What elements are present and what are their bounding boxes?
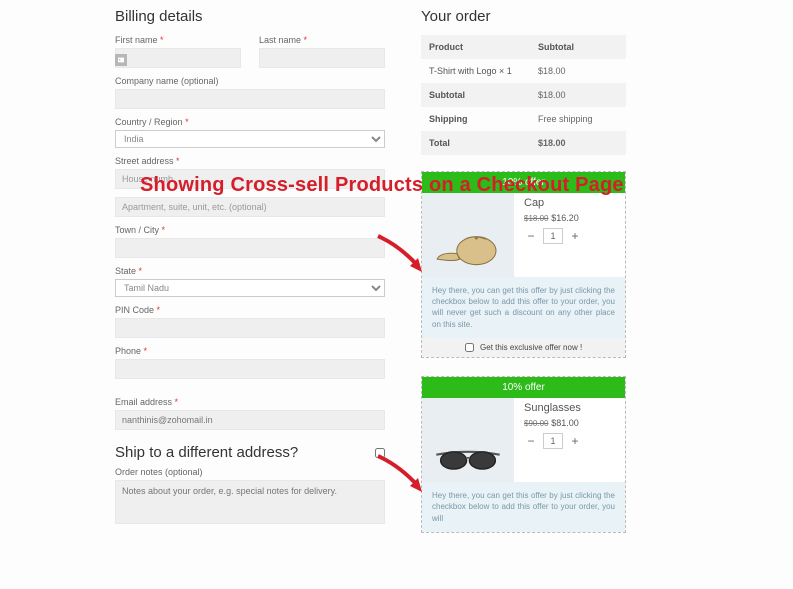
qty-value[interactable]: 1 [543, 433, 563, 449]
product-header: Product [429, 42, 538, 52]
last-name-input[interactable] [259, 48, 385, 68]
cap-icon [433, 224, 503, 269]
order-row-value: $18.00 [538, 90, 618, 100]
order-row-value: Free shipping [538, 114, 618, 124]
street-label: Street address * [115, 156, 385, 166]
contact-card-icon[interactable] [115, 54, 127, 66]
billing-column: Billing details First name * Last name *… [115, 8, 385, 551]
ship-different-checkbox[interactable] [375, 448, 385, 458]
company-input[interactable] [115, 89, 385, 109]
order-column: Your order Product Subtotal T-Shirt with… [421, 8, 626, 551]
qty-minus-button[interactable]: − [524, 229, 538, 243]
company-label: Company name (optional) [115, 76, 385, 86]
offer-name: Sunglasses [524, 402, 615, 414]
country-label: Country / Region * [115, 117, 385, 127]
order-notes-textarea[interactable] [115, 480, 385, 524]
order-row-value: $18.00 [538, 138, 618, 148]
city-input[interactable] [115, 238, 385, 258]
ship-title: Ship to a different address? [115, 444, 298, 461]
order-notes-label: Order notes (optional) [115, 467, 385, 477]
cross-sell-card: 10% offer Cap $18.00 $16.20 [421, 171, 626, 358]
annotation-headline: Showing Cross-sell Products on a Checkou… [140, 174, 624, 197]
offer-checkbox[interactable] [465, 343, 474, 352]
offer-cta-label: Get this exclusive offer now ! [480, 343, 582, 352]
pin-input[interactable] [115, 318, 385, 338]
offer-name: Cap [524, 197, 615, 209]
state-select[interactable]: Tamil Nadu [115, 279, 385, 297]
phone-label: Phone * [115, 346, 385, 356]
order-row-label: T-Shirt with Logo × 1 [429, 66, 538, 76]
state-label: State * [115, 266, 385, 276]
street2-input[interactable] [115, 197, 385, 217]
subtotal-header: Subtotal [538, 42, 618, 52]
first-name-input[interactable] [115, 48, 241, 68]
email-label: Email address * [115, 397, 385, 407]
phone-input[interactable] [115, 359, 385, 379]
qty-plus-button[interactable]: + [568, 229, 582, 243]
sunglasses-icon [432, 444, 504, 474]
offer-thumbnail [422, 193, 514, 277]
country-select[interactable]: India [115, 130, 385, 148]
pin-label: PIN Code * [115, 305, 385, 315]
billing-title: Billing details [115, 8, 385, 25]
offer-description: Hey there, you can get this offer by jus… [422, 277, 625, 338]
first-name-label: First name * [115, 35, 241, 45]
qty-plus-button[interactable]: + [568, 434, 582, 448]
order-row-value: $18.00 [538, 66, 618, 76]
city-label: Town / City * [115, 225, 385, 235]
last-name-label: Last name * [259, 35, 385, 45]
order-row-label: Shipping [429, 114, 538, 124]
cross-sell-card: 10% offer Sunglasses $90.00 $81.00 [421, 376, 626, 533]
offer-new-price: $16.20 [551, 213, 579, 223]
qty-minus-button[interactable]: − [524, 434, 538, 448]
order-title: Your order [421, 8, 626, 25]
offer-description: Hey there, you can get this offer by jus… [422, 482, 625, 532]
offer-old-price: $18.00 [524, 214, 548, 223]
offer-banner: 10% offer [422, 377, 625, 398]
order-row-label: Subtotal [429, 90, 538, 100]
offer-cta-row: Get this exclusive offer now ! [422, 338, 625, 357]
order-summary-table: Product Subtotal T-Shirt with Logo × 1 $… [421, 35, 626, 155]
offer-new-price: $81.00 [551, 418, 579, 428]
email-input[interactable] [115, 410, 385, 430]
qty-value[interactable]: 1 [543, 228, 563, 244]
order-row-label: Total [429, 138, 538, 148]
offer-old-price: $90.00 [524, 419, 548, 428]
offer-thumbnail [422, 398, 514, 482]
